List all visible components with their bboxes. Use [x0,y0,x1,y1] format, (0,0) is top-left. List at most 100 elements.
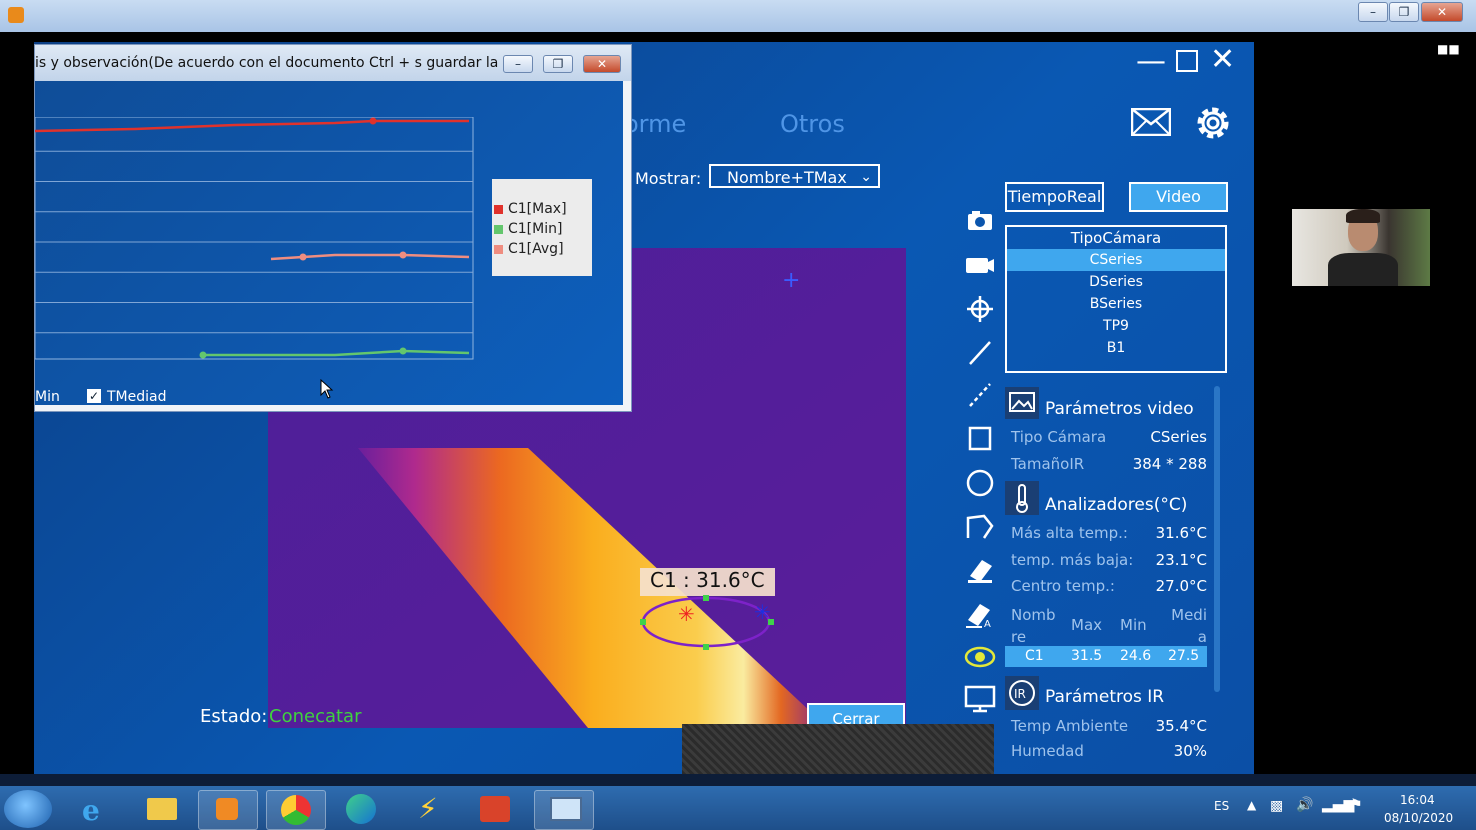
popup-restore-button[interactable]: ❐ [543,55,573,73]
outer-minimize-button[interactable]: – [1358,2,1388,22]
polygon-tool-icon[interactable] [962,512,998,542]
popup-close-button[interactable]: ✕ [583,55,621,73]
mail-icon[interactable] [1131,108,1171,136]
tab-informe[interactable]: orme [624,110,686,138]
file-explorer-icon[interactable] [133,790,191,828]
eraser-all-icon[interactable]: A [962,600,998,630]
legend-label: C1[Avg] [508,241,564,257]
ir-param-value: 30% [1173,742,1207,756]
svg-text:A: A [984,619,991,630]
ir-param-label: Humedad [1011,742,1084,756]
line-tool-icon[interactable] [962,338,998,368]
app-icon [8,7,24,23]
mostrar-select[interactable]: Nombre+TMax ⌄ [709,164,880,188]
presentation-app-icon[interactable] [466,790,524,828]
crosshair-icon[interactable] [962,294,998,324]
video-param-value: 384 * 288 [1132,455,1207,473]
table-header-nombre: Nomb re [1011,606,1056,646]
remote-desktop-icon[interactable] [534,790,594,830]
outer-close-button[interactable]: ✕ [1421,2,1463,22]
camera-type-item[interactable]: TP9 [1007,315,1225,337]
checkbox-tmediad-label: TMediad [107,389,167,405]
gear-icon[interactable] [1193,103,1233,143]
more-icon[interactable]: ■■ [1437,42,1460,56]
popup-titlebar[interactable]: is y observación(De acuerdo con el docum… [35,45,631,81]
camera-type-item[interactable]: CSeries [1007,249,1225,271]
tiempo-real-button[interactable]: TiempoReal [1005,182,1104,212]
eraser-icon[interactable] [962,556,998,586]
chrome-icon[interactable] [266,790,326,830]
table-cell: 31.5 [1071,648,1103,664]
volume-icon[interactable]: 🔊 [1296,797,1313,813]
table-header-max: Max [1071,616,1103,634]
action-center-flag-icon[interactable]: ⚑ [1350,797,1363,813]
app-minimize-icon[interactable]: — [1136,44,1166,79]
camera-type-item[interactable]: B1 [1007,337,1225,359]
outer-restore-button[interactable]: ❐ [1389,2,1419,22]
analyzer-label: temp. más baja: [1011,551,1134,569]
language-indicator[interactable]: ES [1214,799,1229,813]
legend-item: C1[Min] [492,219,592,239]
camera-type-list[interactable]: TipoCámara CSeries DSeries BSeries TP9 B… [1005,225,1227,373]
measurement-ellipse[interactable]: ✳ ✳ [638,594,778,654]
chart-series-line [203,349,470,357]
chart-popup-window[interactable]: is y observación(De acuerdo con el docum… [34,44,632,412]
ir-params-title: Parámetros IR [1045,687,1165,707]
clock-date[interactable]: 08/10/2020 [1384,811,1453,825]
mostrar-label: Mostrar: [635,169,702,188]
chart-point [369,117,377,125]
table-header-media: Medi a [1171,606,1207,646]
circle-tool-icon[interactable] [962,468,998,498]
chart-point [399,347,407,355]
chart-point [299,253,307,261]
video-params-title: Parámetros video [1045,399,1194,419]
outer-window-titlebar: – ❐ ✕ [0,0,1476,32]
checkbox-tmediad[interactable]: ✓ [87,389,101,403]
tab-otros[interactable]: Otros [780,110,845,138]
chart-legend: C1[Max] C1[Min] C1[Avg] [492,179,592,276]
rectangle-tool-icon[interactable] [962,424,998,454]
status-value: Conecatar [269,706,362,727]
svg-text:✳: ✳ [754,600,771,624]
table-cell: 24.6 [1120,648,1152,664]
table-row[interactable]: C1 31.5 24.6 27.5 [1005,646,1207,667]
camera-type-header: TipoCámara [1070,229,1162,247]
hatched-panel [682,724,994,774]
media-player-icon[interactable] [198,790,258,830]
chart-plot-area [35,117,474,360]
webcam-video [1292,209,1430,286]
camera-icon[interactable] [962,206,998,236]
mostrar-select-value: Nombre+TMax [727,168,847,187]
network-icon[interactable]: ▩ [1270,798,1283,814]
camera-type-item[interactable]: BSeries [1007,293,1225,315]
tray-arrow-icon[interactable]: ▲ [1247,798,1256,812]
video-button[interactable]: Video [1129,182,1228,212]
crosshair-marker-icon: + [782,268,801,293]
popup-minimize-button[interactable]: – [503,55,533,73]
edge-icon[interactable] [332,790,390,828]
monitor-icon[interactable] [962,684,998,714]
start-button[interactable] [4,790,52,828]
chevron-down-icon: ⌄ [860,169,872,185]
table-header-min: Min [1120,616,1147,634]
thermometer-icon [1005,481,1039,515]
temperature-chart [35,117,474,360]
analyzer-value: 31.6°C [1155,524,1207,542]
video-param-label: Tipo Cámara [1011,428,1107,446]
lightning-app-icon[interactable]: ⚡ [400,790,458,828]
app-close-icon[interactable]: ✕ [1210,42,1235,77]
clock-time[interactable]: 16:04 [1400,793,1435,807]
chart-point [199,351,207,359]
app-maximize-icon[interactable] [1176,50,1198,72]
taskbar-strip [0,774,1476,786]
internet-explorer-icon[interactable]: e [66,790,124,828]
legend-item: C1[Avg] [492,239,592,259]
video-camera-icon[interactable] [962,250,998,280]
status-label: Estado: [200,706,268,727]
eye-icon[interactable] [962,642,998,672]
camera-type-item[interactable]: DSeries [1007,271,1225,293]
panel-scrollbar[interactable] [1214,386,1220,692]
dashed-line-icon[interactable] [962,380,998,410]
mouse-cursor-icon [320,379,334,399]
ir-param-label: Temp Ambiente [1011,717,1129,735]
